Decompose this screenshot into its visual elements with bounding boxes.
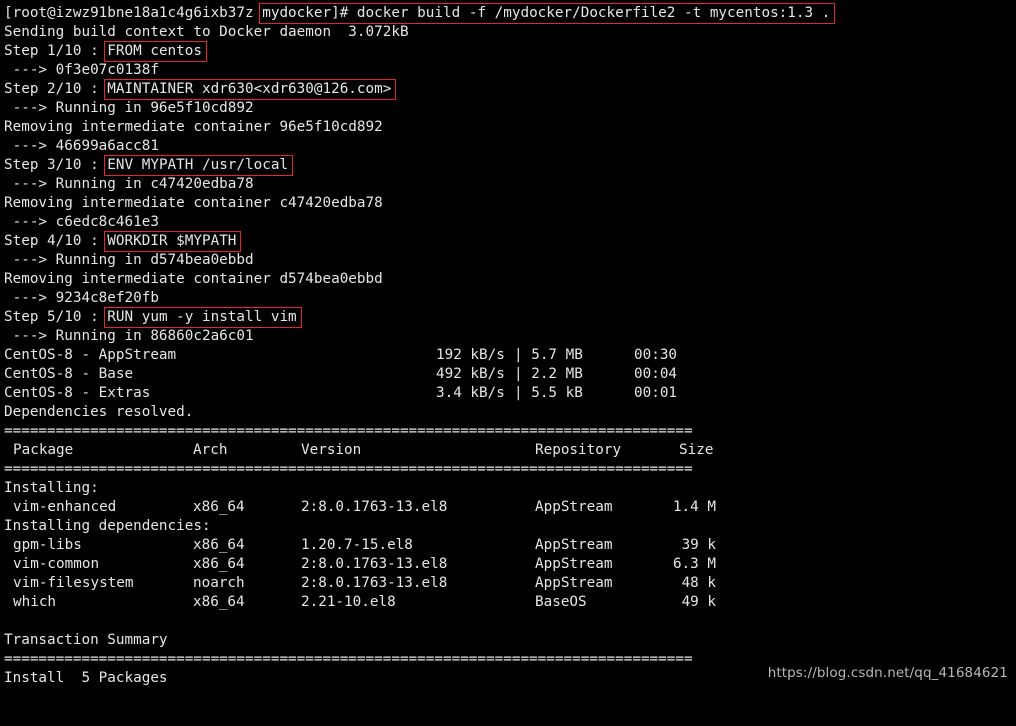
package-arch: x86_64: [193, 499, 245, 515]
package-repository: AppStream: [535, 499, 613, 515]
repo-size: | 5.5 kB: [514, 385, 583, 401]
repo-line: CentOS-8 - AppStream 192 kB/s | 5.7 MB 0…: [4, 346, 704, 365]
package-size: 1.4 M: [672, 499, 716, 515]
package-name: vim-common: [13, 556, 100, 572]
package-size: 6.3 M: [672, 556, 716, 572]
col-repository-header: Repository: [535, 442, 622, 458]
col-size-header: Size: [679, 442, 714, 458]
package-repository: BaseOS: [535, 594, 587, 610]
package-arch: noarch: [193, 575, 245, 591]
package-name: which: [13, 594, 57, 610]
step-3-line: Step 3/10 : ENV MYPATH /usr/local: [4, 156, 288, 175]
separator: ========================================…: [4, 461, 693, 477]
dependencies-resolved-line: Dependencies resolved.: [4, 404, 194, 420]
step-label: Step 2/10 :: [4, 81, 108, 97]
separator: ========================================…: [4, 651, 693, 667]
arrow-line: ---> 0f3e07c0138f: [4, 62, 159, 78]
terminal-window[interactable]: [root@izwz91bne18a1c4g6ixb37z mydocker]#…: [4, 4, 1012, 691]
step-instruction: WORKDIR $MYPATH: [107, 233, 237, 249]
package-name: vim-enhanced: [13, 499, 117, 515]
col-package-header: Package: [13, 442, 74, 458]
step-label: Step 5/10 :: [4, 309, 108, 325]
running-line: ---> Running in d574bea0ebbd: [4, 252, 254, 268]
step-label: Step 4/10 :: [4, 233, 108, 249]
table-row: vim-enhanced x86_64 2:8.0.1763-13.el8 Ap…: [4, 498, 724, 517]
package-size: 39 k: [681, 537, 716, 553]
package-version: 1.20.7-15.el8: [301, 537, 413, 553]
removing-line: Removing intermediate container 96e5f10c…: [4, 119, 383, 135]
step-1-line: Step 1/10 : FROM centos: [4, 42, 202, 61]
arrow-line: ---> c6edc8c461e3: [4, 214, 159, 230]
repo-name: CentOS-8 - Base: [4, 366, 134, 382]
repo-line: CentOS-8 - Base 492 kB/s | 2.2 MB 00:04: [4, 365, 704, 384]
arrow-line: ---> 46699a6acc81: [4, 138, 159, 154]
installing-label: Installing:: [4, 480, 99, 496]
transaction-summary-heading: Transaction Summary: [4, 632, 168, 648]
package-version: 2:8.0.1763-13.el8: [301, 499, 448, 515]
package-arch: x86_64: [193, 537, 245, 553]
table-row: gpm-libs x86_64 1.20.7-15.el8 AppStream …: [4, 536, 724, 555]
package-version: 2:8.0.1763-13.el8: [301, 575, 448, 591]
table-header: Package Arch Version Repository Size: [4, 441, 724, 460]
separator: ========================================…: [4, 423, 693, 439]
col-arch-header: Arch: [193, 442, 228, 458]
package-repository: AppStream: [535, 537, 613, 553]
command-text: mydocker]# docker build -f /mydocker/Doc…: [262, 5, 831, 21]
package-version: 2.21-10.el8: [301, 594, 396, 610]
prompt-user-host: [root@izwz91bne18a1c4g6ixb37z: [4, 5, 254, 21]
repo-speed: 492 kB/s: [436, 366, 505, 382]
table-row: which x86_64 2.21-10.el8 BaseOS 49 k: [4, 593, 724, 612]
table-row: vim-filesystem noarch 2:8.0.1763-13.el8 …: [4, 574, 724, 593]
package-arch: x86_64: [193, 556, 245, 572]
package-name: gpm-libs: [13, 537, 82, 553]
step-2-line: Step 2/10 : MAINTAINER xdr630<xdr630@126…: [4, 80, 391, 99]
package-repository: AppStream: [535, 575, 613, 591]
repo-time: 00:04: [634, 366, 678, 382]
repo-name: CentOS-8 - AppStream: [4, 347, 177, 363]
arrow-line: ---> 9234c8ef20fb: [4, 290, 159, 306]
watermark-text: https://blog.csdn.net/qq_41684621: [767, 665, 1008, 681]
col-version-header: Version: [301, 442, 362, 458]
step-5-line: Step 5/10 : RUN yum -y install vim: [4, 308, 297, 327]
repo-name: CentOS-8 - Extras: [4, 385, 151, 401]
step-instruction: ENV MYPATH /usr/local: [107, 157, 289, 173]
step-label: Step 1/10 :: [4, 43, 108, 59]
step-instruction: MAINTAINER xdr630<xdr630@126.com>: [107, 81, 392, 97]
running-line: ---> Running in 86860c2a6c01: [4, 328, 254, 344]
removing-line: Removing intermediate container d574bea0…: [4, 271, 383, 287]
package-arch: x86_64: [193, 594, 245, 610]
package-repository: AppStream: [535, 556, 613, 572]
install-count-line: Install 5 Packages: [4, 670, 168, 686]
removing-line: Removing intermediate container c47420ed…: [4, 195, 383, 211]
repo-time: 00:30: [634, 347, 678, 363]
table-row: vim-common x86_64 2:8.0.1763-13.el8 AppS…: [4, 555, 724, 574]
repo-size: | 2.2 MB: [514, 366, 583, 382]
running-line: ---> Running in 96e5f10cd892: [4, 100, 254, 116]
prompt-line: [root@izwz91bne18a1c4g6ixb37z mydocker]#…: [4, 4, 830, 23]
package-size: 48 k: [681, 575, 716, 591]
repo-speed: 3.4 kB/s: [436, 385, 505, 401]
step-label: Step 3/10 :: [4, 157, 108, 173]
step-instruction: FROM centos: [107, 43, 202, 59]
repo-speed: 192 kB/s: [436, 347, 505, 363]
step-instruction: RUN yum -y install vim: [107, 309, 297, 325]
sending-context-line: Sending build context to Docker daemon 3…: [4, 24, 409, 40]
package-size: 49 k: [681, 594, 716, 610]
package-version: 2:8.0.1763-13.el8: [301, 556, 448, 572]
running-line: ---> Running in c47420edba78: [4, 176, 254, 192]
repo-line: CentOS-8 - Extras 3.4 kB/s | 5.5 kB 00:0…: [4, 384, 704, 403]
repo-size: | 5.7 MB: [514, 347, 583, 363]
repo-time: 00:01: [634, 385, 678, 401]
package-name: vim-filesystem: [13, 575, 134, 591]
dependencies-label: Installing dependencies:: [4, 518, 211, 534]
step-4-line: Step 4/10 : WORKDIR $MYPATH: [4, 232, 236, 251]
